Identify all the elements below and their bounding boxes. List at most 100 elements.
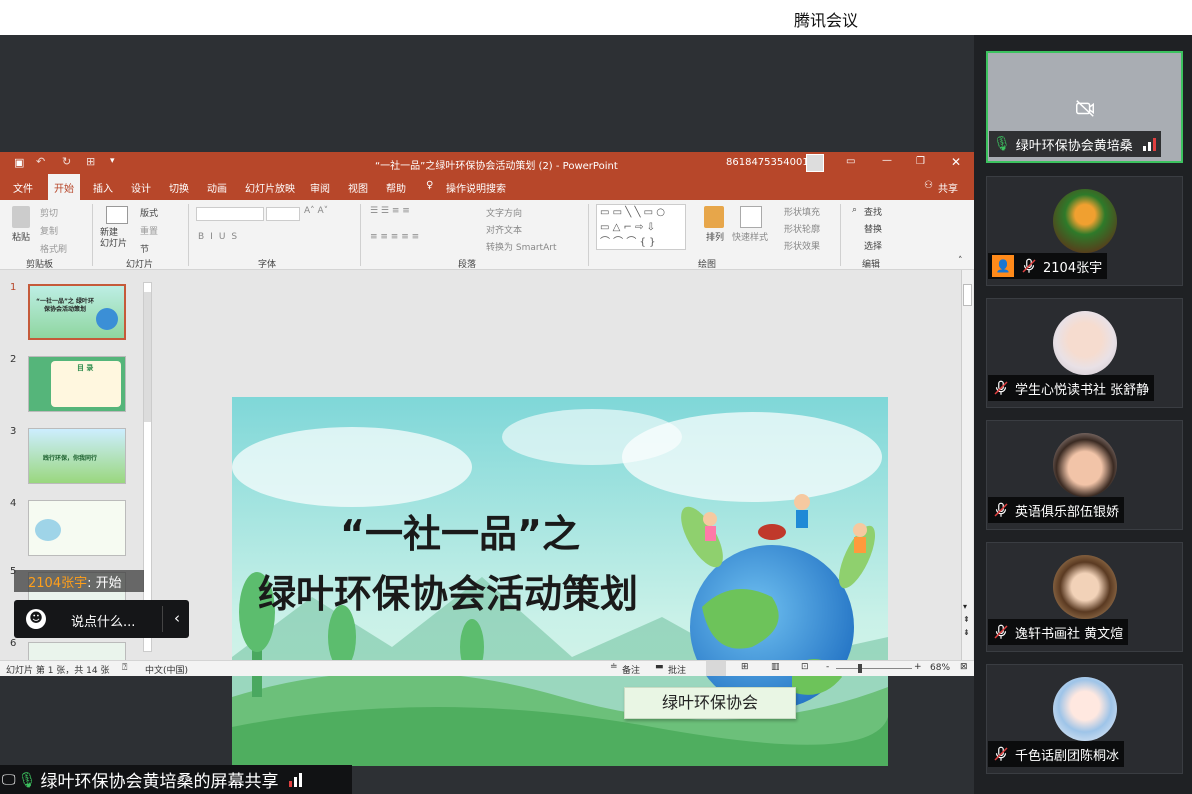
minimize-icon[interactable]: —: [882, 155, 892, 166]
fit-slide-icon[interactable]: ⊠: [960, 662, 968, 672]
slide-thumbnail-6[interactable]: [28, 642, 126, 662]
tab-home[interactable]: 开始: [48, 174, 80, 200]
new-slide-icon[interactable]: [106, 206, 128, 224]
ppt-share-button[interactable]: 共享: [938, 180, 958, 195]
select-button[interactable]: 选择: [864, 239, 882, 252]
font-format-icons[interactable]: BIUS: [198, 232, 243, 242]
tab-animations[interactable]: 动画: [207, 180, 227, 195]
align-icons[interactable]: ≡ ≡ ≡ ≡ ≡: [370, 232, 419, 242]
zoom-out-icon[interactable]: -: [826, 662, 829, 672]
emoji-icon[interactable]: ☻: [26, 609, 46, 629]
participant-tile[interactable]: 千色话剧团陈桐冰: [986, 664, 1183, 774]
participant-tile[interactable]: 🎙 绿叶环保协会黄培桑: [986, 51, 1183, 163]
font-size-select[interactable]: [266, 207, 300, 221]
arrange-icon[interactable]: [704, 206, 724, 228]
mic-muted-icon: [992, 623, 1010, 641]
tab-file[interactable]: 文件: [13, 180, 33, 195]
chevron-left-icon[interactable]: ‹: [174, 609, 180, 627]
font-grow-icon[interactable]: A˄ A˅: [304, 206, 328, 216]
arrange-button[interactable]: 排列: [706, 230, 724, 243]
tab-slideshow[interactable]: 幻灯片放映: [245, 180, 295, 195]
zoom-level[interactable]: 68%: [930, 663, 950, 673]
mic-on-icon: 🎙: [993, 136, 1011, 152]
tab-insert[interactable]: 插入: [93, 180, 113, 195]
participant-tile[interactable]: 逸轩书画社 黄文煊: [986, 542, 1183, 652]
tab-design[interactable]: 设计: [131, 180, 151, 195]
chat-input-box[interactable]: ☻ 说点什么... ‹: [14, 600, 189, 638]
normal-view-icon[interactable]: [706, 661, 726, 676]
slide-thumbnail-1[interactable]: “一社一品”之 绿叶环保协会活动策划: [28, 284, 126, 340]
thumb-scrollbar-handle[interactable]: [144, 292, 151, 422]
spellcheck-icon[interactable]: ⍰: [122, 663, 127, 673]
section-button[interactable]: 节: [140, 242, 149, 255]
notes-button[interactable]: 备注: [622, 663, 640, 676]
paste-icon[interactable]: [12, 206, 30, 228]
participant-tile[interactable]: 英语俱乐部伍银娇: [986, 420, 1183, 530]
current-slide[interactable]: “一社一品”之 绿叶环保协会活动策划 绿叶环保协会: [232, 397, 888, 766]
participant-tile[interactable]: 👤 2104张宇: [986, 176, 1183, 286]
slide-scrollbar[interactable]: ▾ ⇞ ⇟: [961, 270, 973, 660]
replace-button[interactable]: 替换: [864, 222, 882, 235]
tell-me-search[interactable]: 操作说明搜索: [446, 180, 506, 195]
ribbon-display-icon[interactable]: ▭: [846, 156, 855, 167]
slide-thumbnail-3[interactable]: 践行环保，你我同行: [28, 428, 126, 484]
slide-title-line2: 绿叶环保协会活动策划: [258, 572, 639, 616]
zoom-slider-handle[interactable]: [858, 664, 862, 673]
shape-effects-button[interactable]: 形状效果: [784, 239, 820, 252]
zoom-slider[interactable]: [836, 668, 912, 669]
next-slide-icon[interactable]: ⇟: [963, 628, 970, 637]
scroll-down-icon[interactable]: ▾: [963, 602, 967, 611]
undo-icon[interactable]: ↶: [36, 155, 45, 168]
notes-icon: ≐: [610, 662, 618, 672]
thumb-number: 6: [10, 638, 17, 649]
chat-placeholder[interactable]: 说点什么...: [71, 611, 135, 630]
presenter-icon[interactable]: ⊞: [86, 155, 95, 168]
convert-smartart-button[interactable]: 转换为 SmartArt: [486, 240, 556, 253]
new-slide-button[interactable]: 新建 幻灯片: [100, 228, 127, 250]
close-icon[interactable]: ✕: [951, 155, 961, 169]
slide-thumbnail-2[interactable]: 目 录: [28, 356, 126, 412]
copy-button[interactable]: 复制: [40, 224, 58, 237]
tab-transitions[interactable]: 切换: [169, 180, 189, 195]
font-name-select[interactable]: [196, 207, 264, 221]
collapse-ribbon-icon[interactable]: ˄: [958, 256, 963, 266]
bullets-icon[interactable]: ☰ ☰ ≡ ≡: [370, 206, 410, 216]
reset-button[interactable]: 重置: [140, 224, 158, 237]
find-button[interactable]: 查找: [864, 205, 882, 218]
screen-share-icon: 🖵: [2, 771, 16, 788]
shape-outline-button[interactable]: 形状轮廓: [784, 222, 820, 235]
account-name[interactable]: 8618475354001: [726, 157, 809, 168]
shapes-gallery[interactable]: ▭ ▭ ╲ ╲ ▭ ○ ▭ △ ⌐ ⇨ ⇩ ⌒ ⌒ ⌒ { }: [596, 204, 686, 250]
slideshow-icon[interactable]: ⊡: [801, 662, 809, 672]
tab-review[interactable]: 审阅: [310, 180, 330, 195]
shape-fill-button[interactable]: 形状填充: [784, 205, 820, 218]
paste-button[interactable]: 粘贴: [12, 230, 30, 243]
thumb-text: 践行环保，你我同行: [43, 455, 98, 462]
align-text-button[interactable]: 对齐文本: [486, 223, 522, 236]
prev-slide-icon[interactable]: ⇞: [963, 615, 970, 624]
language-status[interactable]: 中文(中国): [145, 663, 188, 676]
comments-icon: ▬: [655, 662, 664, 672]
tab-view[interactable]: 视图: [348, 180, 368, 195]
format-painter-button[interactable]: 格式刷: [40, 242, 67, 255]
participant-name: 英语俱乐部伍银娇: [1015, 504, 1120, 520]
save-icon[interactable]: ▣: [14, 156, 24, 169]
comments-button[interactable]: 批注: [668, 663, 686, 676]
qat-dropdown-icon[interactable]: ▾: [110, 156, 115, 166]
group-drawing-label: 绘图: [698, 260, 717, 270]
slide-scrollbar-handle[interactable]: [963, 284, 972, 306]
redo-icon[interactable]: ↻: [62, 155, 71, 168]
quick-styles-icon[interactable]: [740, 206, 762, 228]
text-direction-button[interactable]: 文字方向: [486, 206, 522, 219]
participant-tile[interactable]: 学生心悦读书社 张舒静: [986, 298, 1183, 408]
account-avatar[interactable]: [806, 154, 824, 172]
layout-button[interactable]: 版式: [140, 206, 158, 219]
restore-icon[interactable]: ❐: [916, 156, 925, 167]
tab-help[interactable]: 帮助: [386, 180, 406, 195]
cut-button[interactable]: 剪切: [40, 206, 58, 219]
zoom-in-icon[interactable]: +: [914, 662, 922, 672]
slide-sorter-icon[interactable]: ⊞: [741, 662, 749, 672]
slide-thumbnail-4[interactable]: [28, 500, 126, 556]
quick-styles-button[interactable]: 快速样式: [732, 230, 768, 243]
reading-view-icon[interactable]: ▥: [771, 662, 780, 672]
